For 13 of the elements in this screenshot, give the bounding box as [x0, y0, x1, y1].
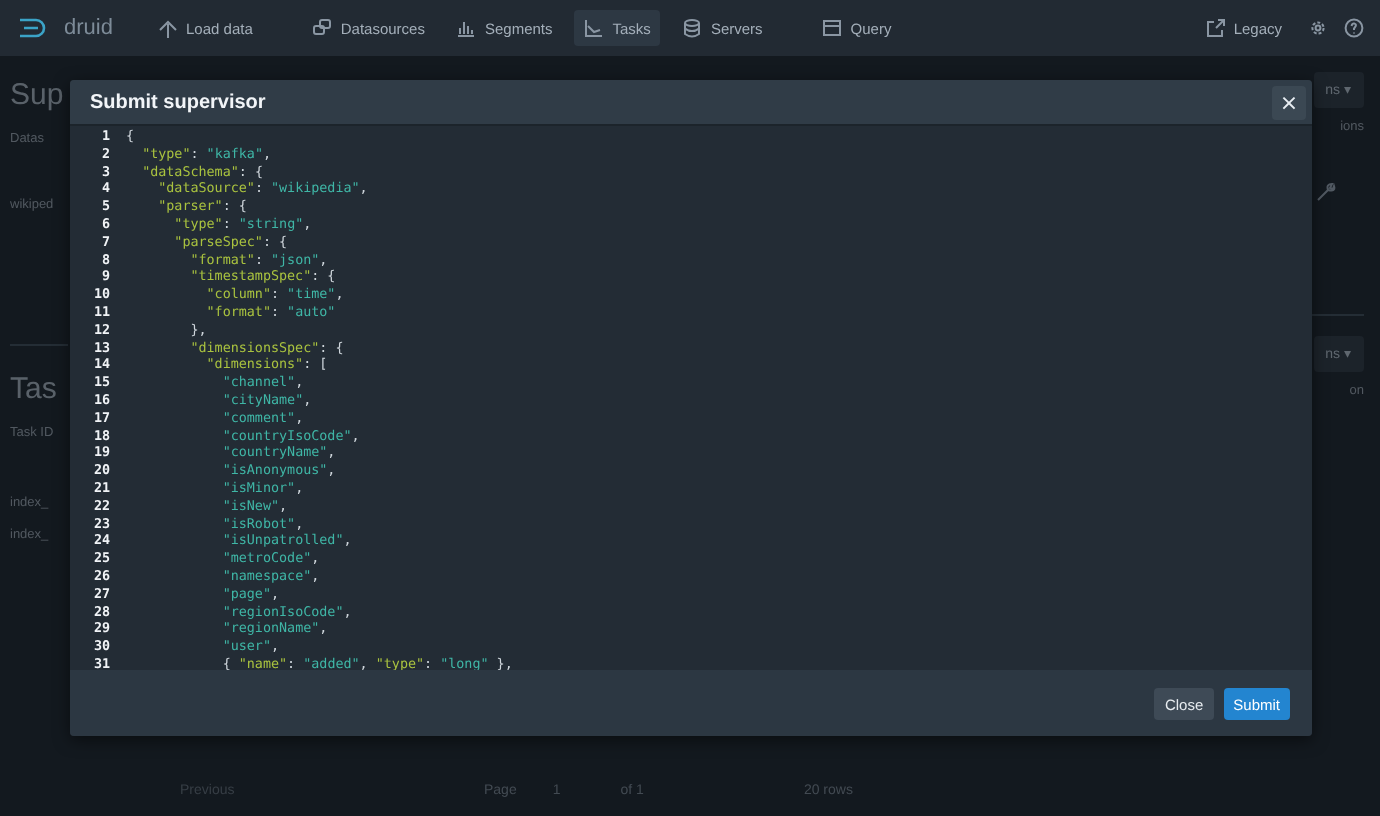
close-button[interactable]: ×: [1272, 85, 1306, 119]
database-icon: [682, 18, 703, 38]
dialog-title: Submit supervisor: [90, 91, 266, 113]
window-icon: [822, 18, 843, 38]
section-heading: Tas: [10, 370, 57, 410]
line-chart-icon: [584, 18, 605, 38]
section-heading: Sup: [10, 76, 64, 116]
help-icon[interactable]: [1344, 18, 1364, 38]
logo-text: druid: [64, 16, 113, 40]
bar-chart-icon: [456, 18, 477, 38]
link-icon: [312, 18, 333, 38]
settings-icon[interactable]: [1308, 18, 1328, 38]
external-link-icon: [1205, 18, 1226, 38]
